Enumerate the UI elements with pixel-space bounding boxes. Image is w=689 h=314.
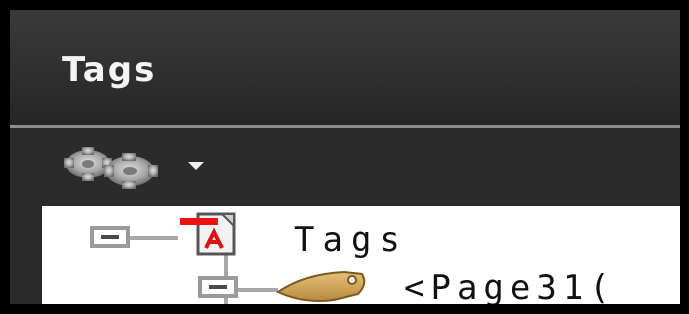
screenshot-frame: Tags Tags <Page31( bbox=[0, 0, 689, 314]
options-menu-button[interactable] bbox=[58, 145, 223, 189]
panel-header: Tags bbox=[10, 10, 680, 125]
panel-toolbar bbox=[10, 128, 680, 206]
gear-icon bbox=[64, 147, 158, 189]
pdf-document-icon bbox=[180, 212, 236, 256]
tree-connector bbox=[238, 288, 278, 292]
panel-title: Tags bbox=[62, 50, 157, 90]
tag-icon bbox=[275, 270, 366, 302]
tags-tree[interactable]: Tags <Page31( bbox=[42, 206, 680, 304]
tree-connector bbox=[128, 236, 178, 240]
tree-node-label: Tags bbox=[294, 220, 408, 260]
tags-panel: Tags Tags <Page31( bbox=[10, 10, 680, 304]
collapse-toggle[interactable] bbox=[198, 276, 238, 298]
tree-node-label: <Page31( bbox=[404, 268, 616, 304]
chevron-down-icon bbox=[188, 162, 204, 170]
collapse-toggle[interactable] bbox=[90, 226, 130, 248]
